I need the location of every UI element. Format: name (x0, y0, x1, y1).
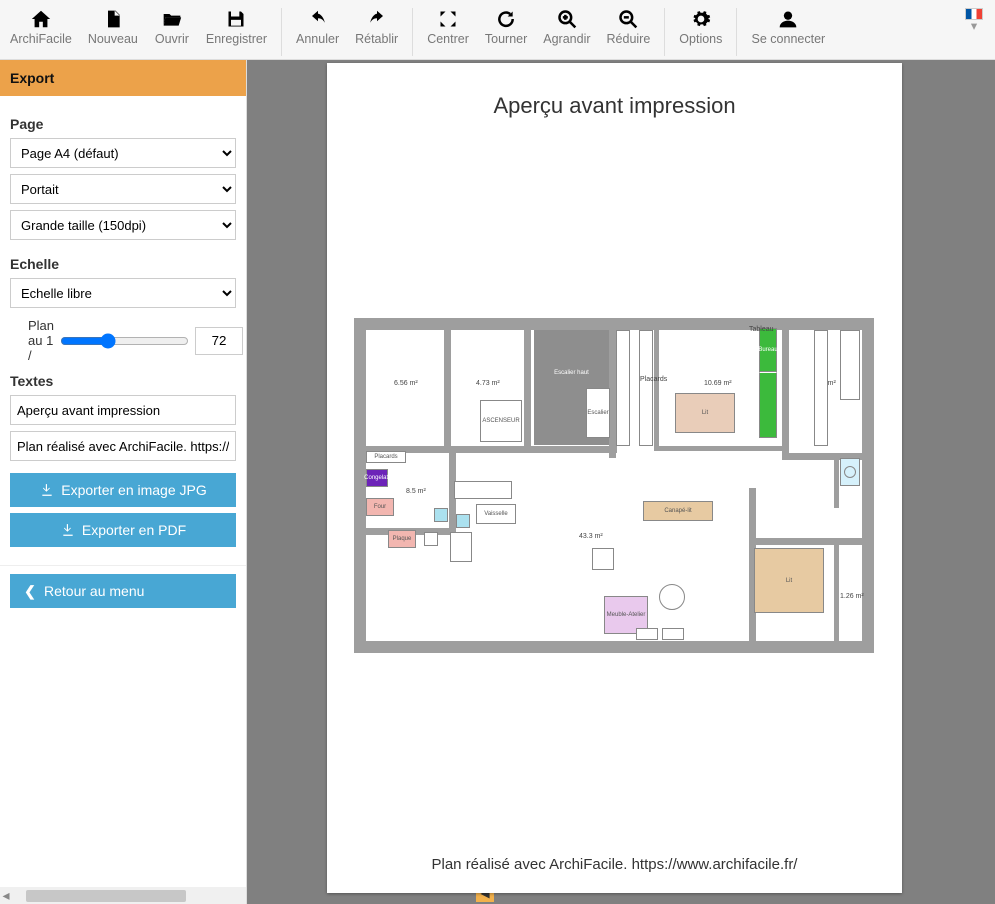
options-button[interactable]: Options (671, 4, 730, 50)
save-button[interactable]: Enregistrer (198, 4, 275, 50)
round-table (659, 584, 685, 610)
language-button[interactable]: ▾ (955, 4, 993, 36)
home-icon (30, 8, 52, 30)
block (456, 514, 470, 528)
bed: Lit (675, 393, 735, 433)
block (450, 532, 472, 562)
user-icon (777, 8, 799, 30)
sofa: Canapé-lit (643, 501, 713, 521)
toolbar-separator (664, 8, 665, 56)
chevron-down-icon: ▾ (963, 20, 985, 30)
preview-title: Aperçu avant impression (327, 63, 902, 119)
folder-open-icon (161, 8, 183, 30)
desk: Bureau (759, 328, 777, 372)
texts-group-label: Textes (10, 373, 236, 389)
chevron-left-icon: ❮ (22, 583, 38, 599)
closet-label: Placards (640, 376, 667, 383)
sidebar: Export Page Page A4 (défaut) Portait Gra… (0, 60, 247, 904)
room-area-label: 10.69 m² (704, 380, 732, 387)
canvas-area[interactable]: ◀ Aperçu avant impression (247, 60, 995, 904)
toolbar-separator (281, 8, 282, 56)
room-area-label: 8.5 m² (406, 488, 426, 495)
board-label: Tableau (749, 326, 774, 333)
desk-2 (759, 372, 777, 438)
table (592, 548, 614, 570)
bed-2: Lit (754, 548, 824, 613)
zoom-in-button[interactable]: Agrandir (535, 4, 598, 50)
open-button[interactable]: Ouvrir (146, 4, 198, 50)
orientation-select[interactable]: Portait (10, 174, 236, 204)
gear-icon (690, 8, 712, 30)
save-icon (225, 8, 247, 30)
scale-mode-select[interactable]: Echelle libre (10, 278, 236, 308)
toolbar-separator (736, 8, 737, 56)
zoom-out-icon (617, 8, 639, 30)
closet (616, 330, 630, 446)
dishwasher: Vaisselle (476, 504, 516, 524)
expand-icon (437, 8, 459, 30)
room-area-label: 4.73 m² (476, 380, 500, 387)
footer-text-input[interactable] (10, 431, 236, 461)
page-group-label: Page (10, 116, 236, 132)
file-icon (102, 8, 124, 30)
scale-prefix-label: Plan au 1 / (28, 318, 54, 363)
zoom-in-icon (556, 8, 578, 30)
stair-block-2: Escalier (586, 388, 610, 438)
toilet (840, 458, 860, 486)
closet-3 (814, 330, 828, 446)
redo-icon (366, 8, 388, 30)
block (424, 532, 438, 546)
home-button[interactable]: ArchiFacile (2, 4, 80, 50)
oven: Four (366, 498, 394, 516)
page-format-select[interactable]: Page A4 (défaut) (10, 138, 236, 168)
resolution-select[interactable]: Grande taille (150dpi) (10, 210, 236, 240)
toolbar-separator (412, 8, 413, 56)
room-area-label: 1.26 m² (840, 593, 864, 600)
scale-slider[interactable] (60, 333, 189, 349)
toolbar: ArchiFacile Nouveau Ouvrir Enregistrer A… (0, 0, 995, 60)
sidebar-header: Export (0, 60, 246, 96)
back-button[interactable]: ❮ Retour au menu (10, 574, 236, 608)
export-icon (60, 522, 76, 538)
block (636, 628, 658, 640)
sidebar-hscrollbar[interactable]: ◂ (0, 887, 246, 904)
floor-plan: 6.56 m² 4.73 m² 10.69 m² 5.9 m² 8.5 m² 4… (354, 318, 874, 653)
closet (639, 330, 653, 446)
closet-5: Placards (366, 451, 406, 463)
room-area-label: 6.56 m² (394, 380, 418, 387)
preview-footer: Plan réalisé avec ArchiFacile. https://w… (327, 856, 902, 873)
export-icon (39, 482, 55, 498)
export-pdf-button[interactable]: Exporter en PDF (10, 513, 236, 547)
zoom-out-button[interactable]: Réduire (599, 4, 659, 50)
hob: Plaque (388, 530, 416, 548)
rotate-button[interactable]: Tourner (477, 4, 535, 50)
undo-button[interactable]: Annuler (288, 4, 347, 50)
undo-icon (307, 8, 329, 30)
room-area-label: 43.3 m² (579, 533, 603, 540)
scale-value-input[interactable] (195, 327, 243, 355)
counter (454, 481, 512, 499)
freezer: Congelat. (366, 469, 388, 487)
redo-button[interactable]: Rétablir (347, 4, 406, 50)
elevator: ASCENSEUR (480, 400, 522, 442)
block (434, 508, 448, 522)
block (662, 628, 684, 640)
login-button[interactable]: Se connecter (743, 4, 833, 50)
closet-4 (840, 330, 860, 400)
new-button[interactable]: Nouveau (80, 4, 146, 50)
export-jpg-button[interactable]: Exporter en image JPG (10, 473, 236, 507)
center-button[interactable]: Centrer (419, 4, 477, 50)
rotate-icon (495, 8, 517, 30)
print-preview-page: Aperçu avant impression (327, 63, 902, 893)
scale-group-label: Echelle (10, 256, 236, 272)
title-text-input[interactable] (10, 395, 236, 425)
